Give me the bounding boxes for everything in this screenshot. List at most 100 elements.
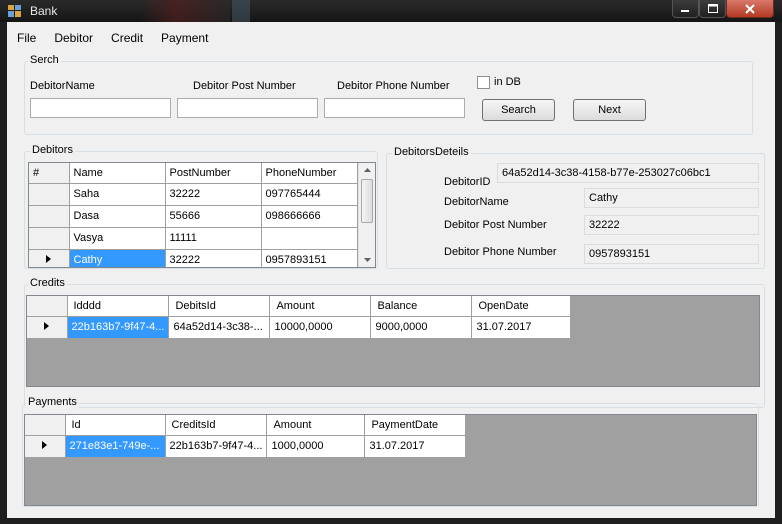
debitors-grid[interactable]: # Name PostNumber PhoneNumber Saha 32222… bbox=[28, 162, 376, 268]
cell-id[interactable]: 271e83e1-749e-... bbox=[65, 435, 166, 458]
debitor-name-input[interactable] bbox=[30, 98, 171, 118]
debitor-phone-label: Debitor Phone Number bbox=[337, 80, 450, 92]
debitor-post-input[interactable] bbox=[177, 98, 318, 118]
maximize-icon bbox=[707, 4, 718, 13]
close-button[interactable] bbox=[726, 0, 774, 18]
debitors-group-label: Debitors bbox=[30, 144, 75, 156]
background-decoration bbox=[232, 0, 250, 22]
column-header[interactable]: Id bbox=[65, 415, 166, 436]
maximize-button[interactable] bbox=[699, 0, 726, 18]
row-header[interactable] bbox=[25, 435, 66, 458]
row-header[interactable] bbox=[27, 316, 68, 339]
scroll-thumb[interactable] bbox=[361, 179, 373, 223]
table-row[interactable]: Dasa 55666 098666666 bbox=[29, 205, 358, 228]
cell-phone[interactable]: 097765444 bbox=[261, 183, 358, 206]
debitor-phone-value: 0957893151 bbox=[584, 244, 759, 264]
table-header: Idddd DebitsId Amount Balance OpenDate bbox=[27, 296, 572, 317]
cell-post[interactable]: 55666 bbox=[165, 205, 262, 228]
cell-post[interactable]: 32222 bbox=[165, 183, 262, 206]
cell-payment-date[interactable]: 31.07.2017 bbox=[364, 435, 467, 458]
search-button[interactable]: Search bbox=[482, 99, 555, 121]
title-bar: Bank bbox=[0, 0, 782, 22]
next-button[interactable]: Next bbox=[573, 99, 646, 121]
payments-group: Payments Id CreditsId Amount PaymentDate… bbox=[22, 396, 759, 507]
column-header[interactable]: Name bbox=[69, 163, 166, 184]
row-header[interactable] bbox=[29, 205, 70, 228]
column-header[interactable] bbox=[25, 415, 66, 436]
debitor-phone-detail-label: Debitor Phone Number bbox=[444, 246, 557, 258]
payments-grid[interactable]: Id CreditsId Amount PaymentDate 271e83e1… bbox=[24, 414, 757, 506]
menu-credit[interactable]: Credit bbox=[102, 28, 152, 48]
payments-group-label: Payments bbox=[26, 396, 79, 408]
details-group-label: DebitorsDeteils bbox=[392, 146, 471, 158]
current-row-icon bbox=[44, 322, 50, 330]
window-frame-bottom bbox=[0, 518, 782, 524]
window-frame-right bbox=[775, 22, 782, 524]
row-header[interactable] bbox=[29, 183, 70, 206]
cell-phone[interactable]: 0957893151 bbox=[261, 249, 358, 267]
column-header[interactable] bbox=[27, 296, 68, 317]
column-header[interactable]: PostNumber bbox=[165, 163, 262, 184]
cell-post[interactable]: 32222 bbox=[165, 249, 262, 267]
cell-phone[interactable] bbox=[261, 227, 358, 250]
cell-post[interactable]: 11111 bbox=[165, 227, 262, 250]
row-header[interactable] bbox=[29, 227, 70, 250]
menu-bar: File Debitor Credit Payment bbox=[7, 28, 217, 48]
cell-amount[interactable]: 10000,0000 bbox=[269, 316, 372, 339]
column-header[interactable]: PhoneNumber bbox=[261, 163, 358, 184]
column-header[interactable]: # bbox=[29, 163, 70, 184]
cell-open-date[interactable]: 31.07.2017 bbox=[471, 316, 572, 339]
search-group: Serch DebitorName Debitor Post Number De… bbox=[24, 54, 753, 135]
vertical-scrollbar[interactable] bbox=[358, 163, 375, 267]
column-header[interactable]: OpenDate bbox=[471, 296, 572, 317]
debitor-name-value: Cathy bbox=[584, 188, 759, 208]
debitor-post-label: Debitor Post Number bbox=[193, 80, 296, 92]
debitor-details-group: DebitorsDeteils DebitorID 64a52d14-3c38-… bbox=[386, 146, 765, 269]
table-row[interactable]: Saha 32222 097765444 bbox=[29, 183, 358, 206]
debitor-post-value: 32222 bbox=[584, 215, 759, 235]
column-header[interactable]: Amount bbox=[269, 296, 372, 317]
cell-id[interactable]: 22b163b7-9f47-4... bbox=[67, 316, 170, 339]
in-db-checkbox[interactable] bbox=[477, 76, 490, 89]
column-header[interactable]: Idddd bbox=[67, 296, 170, 317]
table-row[interactable]: 22b163b7-9f47-4... 64a52d14-3c38-... 100… bbox=[27, 316, 572, 339]
in-db-label: in DB bbox=[494, 76, 521, 88]
table-row[interactable]: 271e83e1-749e-... 22b163b7-9f47-4... 100… bbox=[25, 435, 467, 458]
debitor-phone-input[interactable] bbox=[324, 98, 465, 118]
debitor-post-detail-label: Debitor Post Number bbox=[444, 219, 547, 231]
table-header: # Name PostNumber PhoneNumber bbox=[29, 163, 358, 184]
cell-name[interactable]: Saha bbox=[69, 183, 166, 206]
cell-name[interactable]: Cathy bbox=[69, 249, 166, 267]
row-header[interactable] bbox=[29, 249, 70, 267]
background-decoration bbox=[140, 0, 230, 22]
scroll-down-icon[interactable] bbox=[359, 253, 376, 267]
debitor-name-detail-label: DebitorName bbox=[444, 196, 509, 208]
cell-name[interactable]: Dasa bbox=[69, 205, 166, 228]
column-header[interactable]: PaymentDate bbox=[364, 415, 467, 436]
table-row[interactable]: Vasya 11111 bbox=[29, 227, 358, 250]
cell-debits-id[interactable]: 64a52d14-3c38-... bbox=[168, 316, 271, 339]
credits-grid[interactable]: Idddd DebitsId Amount Balance OpenDate 2… bbox=[26, 295, 760, 387]
minimize-icon bbox=[681, 10, 689, 12]
app-icon bbox=[8, 5, 21, 17]
column-header[interactable]: CreditsId bbox=[165, 415, 268, 436]
minimize-button[interactable] bbox=[672, 0, 699, 18]
cell-name[interactable]: Vasya bbox=[69, 227, 166, 250]
current-row-icon bbox=[42, 441, 48, 449]
cell-balance[interactable]: 9000,0000 bbox=[370, 316, 473, 339]
debitor-id-label: DebitorID bbox=[444, 176, 491, 188]
scroll-up-icon[interactable] bbox=[359, 163, 376, 177]
menu-debitor[interactable]: Debitor bbox=[45, 28, 102, 48]
cell-credits-id[interactable]: 22b163b7-9f47-4... bbox=[165, 435, 268, 458]
debitor-name-label: DebitorName bbox=[30, 80, 95, 92]
column-header[interactable]: DebitsId bbox=[168, 296, 271, 317]
table-row[interactable]: Cathy 32222 0957893151 bbox=[29, 249, 358, 267]
menu-payment[interactable]: Payment bbox=[152, 28, 217, 48]
column-header[interactable]: Amount bbox=[266, 415, 366, 436]
window-title: Bank bbox=[30, 4, 58, 18]
column-header[interactable]: Balance bbox=[370, 296, 473, 317]
menu-file[interactable]: File bbox=[7, 28, 45, 48]
cell-amount[interactable]: 1000,0000 bbox=[266, 435, 366, 458]
cell-phone[interactable]: 098666666 bbox=[261, 205, 358, 228]
debitor-id-value: 64a52d14-3c38-4158-b77e-253027c06bc1 bbox=[497, 163, 759, 183]
